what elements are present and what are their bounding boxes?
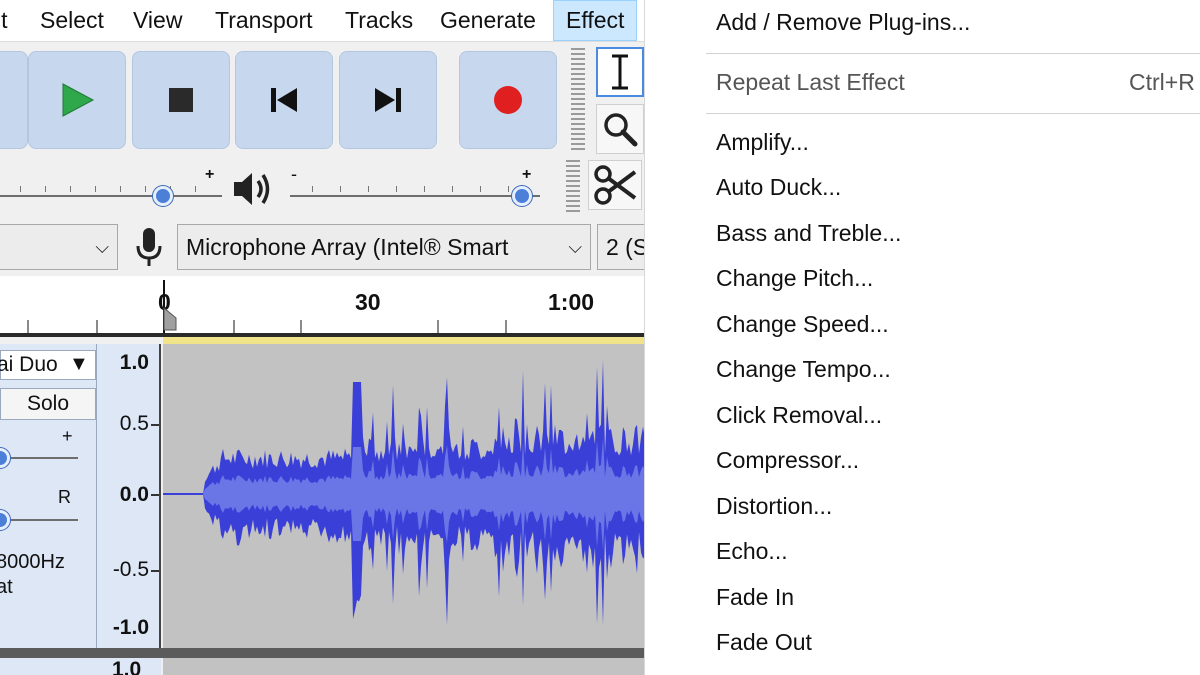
playback-volume-max-label: + bbox=[522, 166, 532, 183]
menu-item-add-remove-plugins[interactable]: Add / Remove Plug-ins... bbox=[716, 9, 970, 36]
recording-volume-track bbox=[0, 195, 222, 197]
scale-label-0: 0.0 bbox=[119, 483, 149, 506]
menu-separator bbox=[706, 113, 1200, 114]
menu-item-auto-duck[interactable]: Auto Duck... bbox=[716, 174, 841, 201]
menu-item-echo[interactable]: Echo... bbox=[716, 538, 788, 565]
menu-effect[interactable]: Effect bbox=[553, 0, 638, 41]
play-button[interactable] bbox=[28, 51, 126, 149]
audacity-window: it Select View Transport Tracks Generate… bbox=[0, 0, 645, 675]
menu-item-distortion[interactable]: Distortion... bbox=[716, 493, 832, 520]
recording-volume-slider[interactable] bbox=[153, 186, 173, 206]
recording-device-value: Microphone Array (Intel® Smart bbox=[186, 234, 509, 260]
menu-item-change-speed[interactable]: Change Speed... bbox=[716, 311, 889, 338]
recording-device-select[interactable]: Microphone Array (Intel® Smart ⌵ bbox=[177, 224, 591, 270]
gain-slider[interactable] bbox=[0, 448, 10, 468]
menu-item-change-tempo[interactable]: Change Tempo... bbox=[716, 356, 891, 383]
menu-separator bbox=[706, 53, 1200, 54]
play-icon bbox=[62, 83, 95, 117]
scale-label-neg-0-5: -0.5 bbox=[112, 558, 149, 581]
menu-view[interactable]: View bbox=[133, 0, 182, 41]
record-button[interactable] bbox=[459, 51, 557, 149]
effect-menu: Add / Remove Plug-ins... Repeat Last Eff… bbox=[690, 0, 1200, 675]
pan-slider-track bbox=[0, 519, 78, 521]
chevron-down-icon: ⌵ bbox=[95, 237, 109, 257]
waveform-area[interactable] bbox=[163, 344, 644, 648]
playback-volume-min-label: - bbox=[291, 164, 297, 184]
sample-rate-label: 8000Hz bbox=[0, 551, 65, 573]
timeline-label-30: 30 bbox=[355, 289, 381, 315]
solo-button[interactable]: Solo bbox=[0, 388, 96, 420]
playhead-marker-icon[interactable] bbox=[160, 306, 178, 332]
menu-generate[interactable]: Generate bbox=[440, 0, 536, 41]
pause-button[interactable] bbox=[0, 51, 28, 149]
repeat-last-effect-shortcut: Ctrl+R bbox=[1129, 69, 1195, 95]
toolbar-grip[interactable] bbox=[571, 48, 585, 152]
track-name: ai Duo bbox=[0, 353, 58, 376]
timeline-label-1-00: 1:00 bbox=[548, 289, 595, 315]
menu-item-fade-in[interactable]: Fade In bbox=[716, 584, 794, 611]
track-name-menu[interactable]: ai Duo ▼ bbox=[0, 350, 96, 380]
menu-item-compressor[interactable]: Compressor... bbox=[716, 447, 859, 474]
skip-to-end-button[interactable] bbox=[339, 51, 437, 149]
track-separator bbox=[0, 648, 644, 658]
playback-volume-slider[interactable] bbox=[512, 186, 532, 206]
menu-item-repeat-last-effect[interactable]: Repeat Last Effect bbox=[716, 69, 905, 96]
menu-item-fade-out[interactable]: Fade Out bbox=[716, 629, 812, 656]
speaker-icon bbox=[234, 173, 270, 205]
skip-to-start-button[interactable] bbox=[235, 51, 333, 149]
menu-item-bass-and-treble[interactable]: Bass and Treble... bbox=[716, 220, 901, 247]
pan-right-label: R bbox=[58, 487, 71, 507]
waveform bbox=[163, 360, 644, 626]
audio-host-select[interactable]: ⌵ bbox=[0, 224, 118, 270]
stop-button[interactable] bbox=[132, 51, 230, 149]
menu-tracks[interactable]: Tracks bbox=[345, 0, 413, 41]
track-menu-arrow-icon: ▼ bbox=[69, 353, 89, 375]
menu-file[interactable]: it bbox=[0, 0, 8, 41]
recording-volume-max-label: + bbox=[205, 166, 215, 183]
microphone-icon bbox=[136, 228, 162, 266]
next-track-scale-label: 1.0 bbox=[112, 658, 142, 675]
selection-tool-button[interactable] bbox=[596, 47, 644, 97]
stop-icon bbox=[169, 88, 193, 112]
selection-bar bbox=[163, 337, 644, 344]
selection-cursor-icon bbox=[612, 54, 628, 90]
meter-toolbar-grip[interactable] bbox=[566, 160, 580, 214]
amplitude-ruler: 1.0 0.5 0.0 -0.5 -1.0 bbox=[97, 344, 161, 648]
gain-plus-label: + bbox=[62, 426, 73, 446]
menu-bar: it Select View Transport Tracks Generate… bbox=[0, 0, 644, 42]
menu-item-change-pitch[interactable]: Change Pitch... bbox=[716, 265, 873, 292]
menu-item-amplify[interactable]: Amplify... bbox=[716, 129, 809, 156]
scale-label-neg-1: -1.0 bbox=[112, 616, 149, 639]
gain-slider-track bbox=[0, 457, 78, 459]
record-icon bbox=[494, 86, 522, 114]
menu-item-click-removal[interactable]: Click Removal... bbox=[716, 402, 882, 429]
zoom-icon bbox=[604, 113, 638, 147]
sample-format-label: at bbox=[0, 576, 13, 598]
menu-transport[interactable]: Transport bbox=[215, 0, 313, 41]
recording-channels-select[interactable]: 2 (S bbox=[597, 224, 645, 270]
scissors-icon bbox=[594, 165, 637, 205]
playback-volume-track bbox=[290, 195, 540, 197]
next-track-waveform bbox=[163, 658, 644, 675]
chevron-down-icon: ⌵ bbox=[568, 237, 582, 257]
skip-start-icon bbox=[271, 88, 297, 112]
zoom-tool-button[interactable] bbox=[596, 104, 644, 154]
scale-label-1: 1.0 bbox=[119, 351, 149, 374]
pan-slider[interactable] bbox=[0, 510, 10, 530]
scale-label-0-5: 0.5 bbox=[119, 412, 149, 435]
track-control-panel: ai Duo ▼ Solo + R 8000Hz at bbox=[0, 344, 97, 648]
trim-tool-button[interactable] bbox=[588, 160, 642, 210]
recording-channels-value: 2 (S bbox=[606, 234, 645, 260]
menu-select[interactable]: Select bbox=[40, 0, 104, 41]
skip-end-icon bbox=[375, 88, 401, 112]
